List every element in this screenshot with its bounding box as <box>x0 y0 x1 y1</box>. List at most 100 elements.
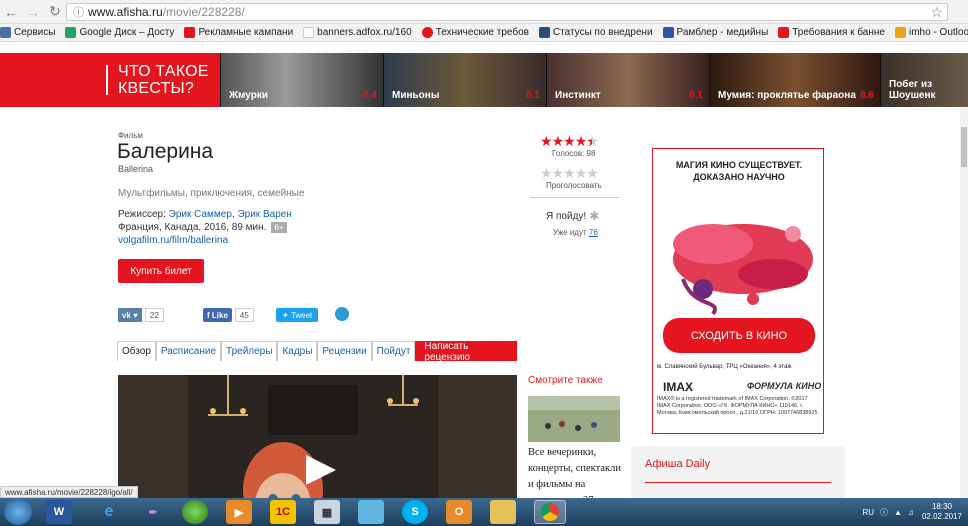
rambler-icon <box>662 27 674 38</box>
director-link[interactable]: Эрик Саммер <box>169 209 232 220</box>
chrome-icon[interactable] <box>534 500 566 524</box>
bookmark-statuses[interactable]: Статусы по внедрени <box>538 27 653 38</box>
tab-reviews[interactable]: Рецензии <box>317 341 372 361</box>
bookmark-services[interactable]: Сервисы <box>0 27 55 38</box>
circle-logo-icon <box>421 27 433 38</box>
bookmark-google-drive[interactable]: Google Диск – Досту <box>65 27 174 38</box>
start-button[interactable] <box>4 499 32 525</box>
cinema-ad-banner[interactable]: МАГИЯ КИНО СУЩЕСТВУЕТ. ДОКАЗАНО НАУЧНО С… <box>652 148 824 434</box>
back-icon[interactable]: ← <box>0 1 22 23</box>
bookmark-ad-campaigns[interactable]: Рекламные кампани <box>184 27 293 38</box>
outlook-icon[interactable]: O <box>446 500 472 524</box>
twitter-share[interactable]: ✦ Tweet <box>276 308 319 322</box>
going-button[interactable]: Я пойду! ✱ <box>546 209 599 223</box>
tab-trailers[interactable]: Трейлеры <box>221 341 278 361</box>
help-icon[interactable]: ⓘ <box>880 507 888 518</box>
ad-address: м. Славянский Бульвар, ТРЦ «Океания», 4 … <box>657 364 792 370</box>
page-scrollbar[interactable] <box>960 107 968 498</box>
half-star-icon: ★ <box>586 133 599 149</box>
movie-tabs: Обзор Расписание Трейлеры Кадры Рецензии… <box>117 341 517 363</box>
vote-label: Проголосовать <box>546 181 602 190</box>
clock[interactable]: 18:30 02.02.2017 <box>922 502 962 522</box>
heart-icon <box>184 27 196 38</box>
movie-tile[interactable]: Миньоны 8.1 <box>384 53 546 107</box>
page-info-icon[interactable]: ⓘ <box>73 4 84 20</box>
explorer-icon[interactable] <box>490 500 516 524</box>
page-icon <box>303 27 315 38</box>
running-man-icon: ✱ <box>589 209 600 223</box>
word-icon[interactable]: W <box>46 500 72 524</box>
calculator-icon[interactable]: ▦ <box>314 500 340 524</box>
vote-stars[interactable]: ★★★★★ <box>540 165 599 182</box>
tab-schedule[interactable]: Расписание <box>155 341 222 361</box>
country-year-duration: Франция, Канада, 2016, 89 мин. 6+ <box>118 222 287 233</box>
formula-kino-logo: ФОРМУЛА КИНО <box>747 381 822 391</box>
movie-tile[interactable]: Инстинкт 8.1 <box>547 53 709 107</box>
notepad-icon[interactable] <box>358 500 384 524</box>
status-bar-url: www.afisha.ru/movie/228228/igo/all/ <box>0 486 138 498</box>
forward-icon[interactable]: → <box>22 1 44 23</box>
feather-icon[interactable]: ✒ <box>140 500 166 524</box>
skype-icon[interactable]: S <box>402 500 428 524</box>
vk-like-button[interactable]: vk ♥ <box>118 308 142 322</box>
afisha-daily-title[interactable]: Афиша Daily <box>645 458 710 470</box>
media-player-icon[interactable]: ▶ <box>226 500 252 524</box>
bookmarks-bar: Сервисы Google Диск – Досту Рекламные ка… <box>0 24 968 42</box>
outlook-icon <box>894 27 906 38</box>
ie-icon[interactable]: e <box>96 500 122 524</box>
bookmark-rambler[interactable]: Рамблер - медийны <box>662 27 768 38</box>
vk-count: 22 <box>144 308 164 322</box>
volume-icon[interactable]: ♫ <box>908 508 914 517</box>
tab-going[interactable]: Пойдут <box>371 341 416 361</box>
system-tray: RU ⓘ ▲ ♫ 18:30 02.02.2017 <box>862 500 962 524</box>
facebook-share[interactable]: f Like 45 <box>203 308 254 322</box>
url-path: /movie/228228/ <box>162 5 245 19</box>
page-title: Балерина <box>117 140 214 163</box>
heart-icon: ♥ <box>133 310 138 320</box>
original-title: Ballerina <box>118 164 154 174</box>
address-bar[interactable]: ⓘ www.afisha.ru/movie/228228/ ☆ <box>66 3 948 21</box>
windows-taskbar: W e ✒ ▶ 1С ▦ S O RU ⓘ ▲ ♫ 18:30 02.02.20… <box>0 498 968 526</box>
official-site-link[interactable]: volgafilm.ru/film/ballerina <box>118 235 228 246</box>
bookmark-star-icon[interactable]: ☆ <box>930 4 943 21</box>
votes-count: Голосов: 98 <box>552 149 596 158</box>
see-also-image[interactable] <box>528 396 620 442</box>
bookmark-banner-requirements[interactable]: Требования к банне <box>778 27 885 38</box>
scrollbar-thumb[interactable] <box>961 127 967 167</box>
director-link[interactable]: Эрик Варен <box>237 209 291 220</box>
going-count-link[interactable]: 76 <box>589 228 598 237</box>
director-line: Режиссер: Эрик Саммер, Эрик Варен <box>118 209 292 220</box>
star-icon[interactable]: ★ <box>586 165 599 181</box>
tab-frames[interactable]: Кадры <box>277 341 318 361</box>
media-center-icon[interactable] <box>182 500 208 524</box>
1c-icon[interactable]: 1С <box>270 500 296 524</box>
star-icon[interactable]: ★ <box>540 165 553 181</box>
age-rating-badge: 6+ <box>271 222 287 233</box>
bookmark-adfox[interactable]: banners.adfox.ru/160 <box>303 27 412 38</box>
quest-promo[interactable]: ЧТО ТАКОЕ КВЕСТЫ? <box>0 53 220 107</box>
browser-toolbar: ← → ↻ ⓘ www.afisha.ru/movie/228228/ ☆ <box>0 0 968 24</box>
tab-overview[interactable]: Обзор <box>117 341 156 361</box>
network-icon[interactable]: ▲ <box>894 508 902 517</box>
buy-ticket-button[interactable]: Купить билет <box>118 259 204 283</box>
movie-tile[interactable]: Мумия: проклятье фараона 8.6 <box>710 53 880 107</box>
movie-tile[interactable]: Побег из Шоушенк <box>881 53 968 107</box>
bookmark-tech-requirements[interactable]: Технические требов <box>421 27 529 38</box>
tweet-button[interactable]: ✦ Tweet <box>276 308 319 322</box>
star-icon[interactable]: ★ <box>552 165 565 181</box>
star-icon: ★ <box>551 133 565 149</box>
bookmark-outlook[interactable]: imho - Outlook Web <box>894 27 968 38</box>
fb-like-button[interactable]: f Like <box>203 308 232 322</box>
rating-stars: ★★★★★ <box>540 133 599 150</box>
write-review-button[interactable]: Написать рецензию <box>415 341 517 363</box>
language-indicator[interactable]: RU <box>862 508 874 517</box>
x-logo-icon <box>538 27 550 38</box>
ad-cta-button[interactable]: СХОДИТЬ В КИНО <box>663 318 815 353</box>
facebook-icon: f <box>207 310 210 320</box>
telegram-icon[interactable] <box>335 307 349 321</box>
vk-share[interactable]: vk ♥ 22 <box>118 308 164 322</box>
movie-tile[interactable]: Жмурки 8.4 <box>221 53 383 107</box>
star-icon[interactable]: ★ <box>575 165 588 181</box>
star-icon[interactable]: ★ <box>563 165 576 181</box>
reload-icon[interactable]: ↻ <box>44 1 66 23</box>
